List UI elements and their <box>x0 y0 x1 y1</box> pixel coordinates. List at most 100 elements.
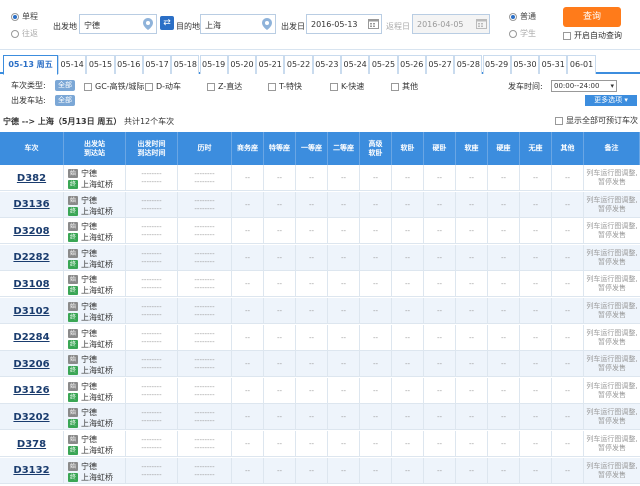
no-seat-cell: -- <box>520 244 552 271</box>
date-tab[interactable]: 05-20 <box>227 55 257 74</box>
second-class-cell: -- <box>328 218 360 245</box>
special-seat-cell: -- <box>264 377 296 404</box>
depart-time-select[interactable]: 00:00--24:00 ▾ <box>551 80 617 92</box>
train-number-link[interactable]: D3126 <box>13 385 49 396</box>
date-tab[interactable]: 05-21 <box>256 55 285 74</box>
placeholder-text: -------- <box>194 462 215 471</box>
header-no-seat: 无座 <box>520 132 552 165</box>
station-all-button[interactable]: 全部 <box>55 95 75 106</box>
soft-sleeper-cell: -- <box>392 457 424 484</box>
passenger-student-radio[interactable]: 学生 <box>509 28 536 39</box>
no-seat-cell: -- <box>520 298 552 324</box>
filter-t-checkbox[interactable]: T-特快 <box>268 81 302 92</box>
placeholder-text: -------- <box>141 231 162 240</box>
hard-sleeper-cell: -- <box>424 351 456 378</box>
filter-z-label: Z-直达 <box>218 82 243 91</box>
train-number-link[interactable]: D3132 <box>13 465 49 476</box>
date-tab[interactable]: 05-24 <box>341 55 370 74</box>
swap-stations-button[interactable]: ⇄ <box>160 16 174 30</box>
header-times[interactable]: 出发时间 到达时间 <box>126 132 178 165</box>
time-cell: -------- -------- <box>126 404 178 431</box>
header-duration[interactable]: 历时 <box>178 132 232 165</box>
train-number-link[interactable]: D3206 <box>13 359 49 370</box>
date-tab[interactable]: 05-15 <box>86 55 115 74</box>
from-station: 始宁德 <box>68 168 97 179</box>
premium-soft-sleeper-cell: -- <box>360 165 392 191</box>
placeholder-text: -- <box>532 466 539 475</box>
placeholder-text: -- <box>244 253 251 262</box>
placeholder-text: -- <box>340 440 347 448</box>
duration-cell: -------- -------- <box>178 191 232 218</box>
train-cell: D2282 <box>0 244 64 271</box>
train-number-link[interactable]: D3108 <box>13 279 49 290</box>
train-number-link[interactable]: D382 <box>17 173 46 184</box>
date-tab[interactable]: 05-14 <box>58 55 87 74</box>
train-number-link[interactable]: D378 <box>17 439 46 450</box>
date-tab[interactable]: 05-17 <box>142 55 172 74</box>
remarks-cell: 列车运行图调整,暂停发售 <box>584 351 640 377</box>
show-all-checkbox[interactable]: 显示全部可预订车次 <box>555 115 638 126</box>
date-tab[interactable]: 05-13 周五 <box>3 55 58 75</box>
placeholder-text: -- <box>308 253 315 262</box>
placeholder-text: -- <box>276 253 283 262</box>
date-tab[interactable]: 05-30 <box>510 55 540 74</box>
calendar-icon[interactable] <box>476 18 487 29</box>
filter-gc-checkbox[interactable]: GC-高铁/城际 <box>84 81 144 92</box>
train-type-filter-row: 车次类型: 全部 GC-高铁/城际 D-动车 Z-直达 T-特快 K-快速 其他… <box>0 80 640 94</box>
date-tab[interactable]: 05-29 <box>482 55 511 74</box>
passenger-normal-radio[interactable]: 普通 <box>509 11 536 22</box>
to-station: 终上海虹桥 <box>68 206 113 217</box>
train-type-all-button[interactable]: 全部 <box>55 80 75 91</box>
date-tab[interactable]: 05-18 <box>171 55 200 74</box>
date-tab[interactable]: 05-27 <box>425 55 455 74</box>
placeholder-text: -- <box>468 253 475 262</box>
date-tab[interactable]: 05-22 <box>284 55 313 74</box>
train-number-link[interactable]: D3208 <box>13 226 49 237</box>
to-station-name: 上海虹桥 <box>81 392 113 402</box>
date-tab[interactable]: 05-23 <box>312 55 341 74</box>
filter-k-checkbox[interactable]: K-快速 <box>330 81 364 92</box>
to-station: 终上海虹桥 <box>68 392 113 403</box>
from-station: 始宁德 <box>68 248 97 259</box>
query-button[interactable]: 查询 <box>563 7 621 27</box>
placeholder-text: -- <box>468 280 475 289</box>
hard-sleeper-cell: -- <box>424 298 456 324</box>
date-tab[interactable]: 05-26 <box>397 55 426 74</box>
origin-station-icon: 始 <box>68 381 78 391</box>
from-station: 始宁德 <box>68 381 97 392</box>
train-number-link[interactable]: D2284 <box>13 332 49 343</box>
placeholder-text: -------- <box>194 311 215 319</box>
trip-type-roundtrip-radio[interactable]: 往返 <box>11 28 38 39</box>
auto-query-checkbox[interactable]: 开启自动查询 <box>563 30 622 41</box>
train-cell: D3108 <box>0 271 64 298</box>
to-station-name: 上海虹桥 <box>81 446 113 455</box>
date-tab[interactable]: 05-16 <box>114 55 143 74</box>
date-tab[interactable]: 05-28 <box>454 55 483 74</box>
business-seat-cell: -- <box>232 351 264 378</box>
trip-type-oneway-radio[interactable]: 单程 <box>11 11 38 22</box>
filter-other-checkbox[interactable]: 其他 <box>391 81 418 92</box>
business-seat-cell: -- <box>232 165 264 191</box>
trip-type-oneway-label: 单程 <box>22 12 38 21</box>
date-tab[interactable]: 05-25 <box>369 55 398 74</box>
train-number-link[interactable]: D3136 <box>13 199 49 210</box>
stations-cell: 始宁德终上海虹桥 <box>64 244 126 271</box>
placeholder-text: -- <box>500 413 507 422</box>
train-number-link[interactable]: D2282 <box>13 252 49 263</box>
more-options-button[interactable]: 更多选项 ▾ <box>585 95 637 106</box>
hard-seat-cell: -- <box>488 431 520 457</box>
train-number-link[interactable]: D3102 <box>13 306 49 317</box>
other-cell: -- <box>552 324 584 351</box>
terminal-station-icon: 终 <box>68 366 78 376</box>
first-class-cell: -- <box>296 244 328 271</box>
date-tab[interactable]: 06-01 <box>567 55 596 74</box>
date-tab[interactable]: 05-31 <box>539 55 568 74</box>
placeholder-text: -- <box>404 307 411 315</box>
train-number-link[interactable]: D3202 <box>13 412 49 423</box>
calendar-icon[interactable] <box>368 18 379 29</box>
table-row: D3102 始宁德终上海虹桥 -------- -------- -------- ---… <box>0 298 640 324</box>
placeholder-text: -- <box>372 386 379 395</box>
filter-d-checkbox[interactable]: D-动车 <box>145 81 181 92</box>
date-tab[interactable]: 05-19 <box>199 55 228 74</box>
filter-z-checkbox[interactable]: Z-直达 <box>207 81 242 92</box>
